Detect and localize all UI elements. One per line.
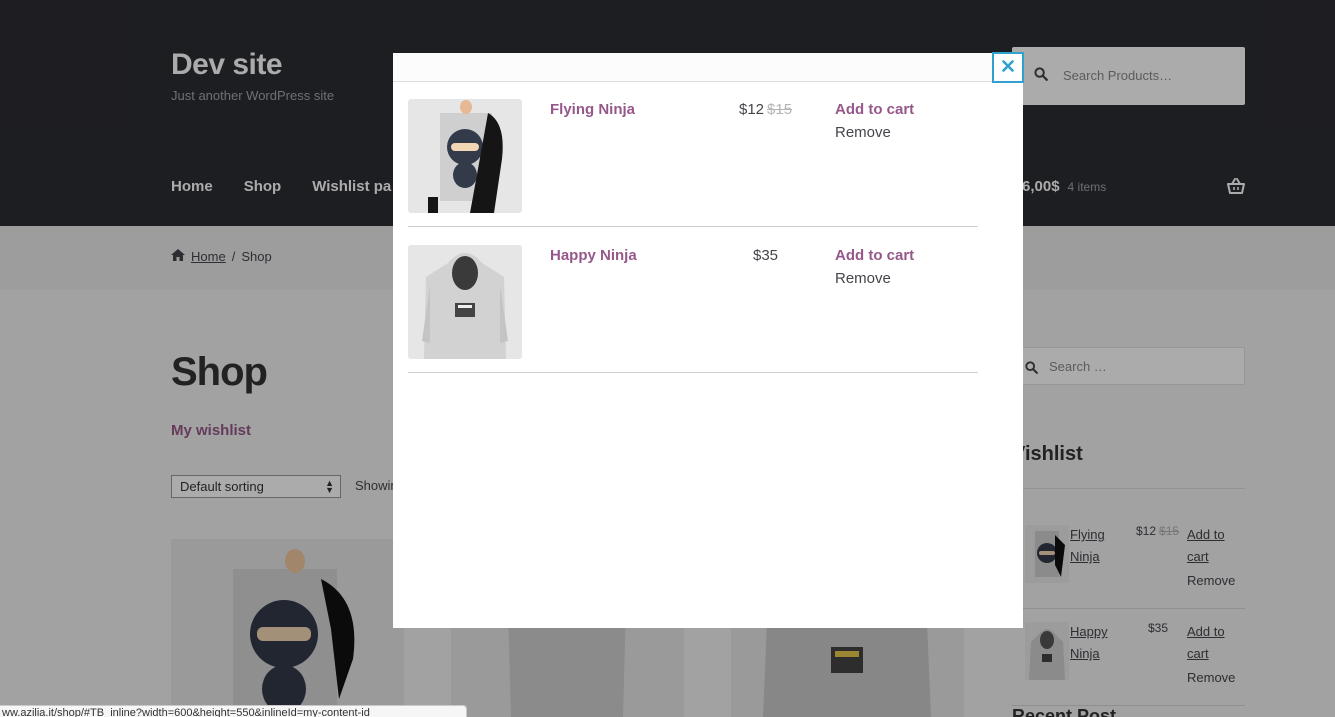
wishlist-item-price: $35 bbox=[753, 247, 778, 264]
wishlist-item-name[interactable]: Happy Ninja bbox=[550, 247, 637, 264]
remove-link[interactable]: Remove bbox=[835, 270, 891, 287]
original-price: $15 bbox=[767, 101, 793, 118]
add-to-cart-link[interactable]: Add to cart bbox=[835, 247, 914, 264]
wishlist-item-row: Flying Ninja $12 $15 Add to cart Remove bbox=[408, 82, 978, 227]
browser-status-bar: ww.azilia.it/shop/#TB_inline?width=600&h… bbox=[0, 705, 467, 717]
wishlist-modal: Flying Ninja $12 $15 Add to cart Remove H… bbox=[393, 52, 1024, 628]
wishlist-item-thumbnail[interactable] bbox=[408, 99, 522, 213]
happy-ninja-image bbox=[422, 253, 508, 359]
wishlist-item-row: Happy Ninja $35 Add to cart Remove bbox=[408, 228, 978, 373]
wishlist-item-name[interactable]: Flying Ninja bbox=[550, 101, 635, 118]
remove-link[interactable]: Remove bbox=[835, 124, 891, 141]
flying-ninja-image bbox=[428, 100, 503, 213]
current-price: $12 bbox=[739, 101, 765, 118]
close-icon bbox=[1002, 59, 1014, 77]
current-price: $35 bbox=[753, 247, 779, 264]
modal-title-bar bbox=[393, 53, 1023, 82]
add-to-cart-link[interactable]: Add to cart bbox=[835, 101, 914, 118]
wishlist-item-thumbnail[interactable] bbox=[408, 245, 522, 359]
close-button[interactable] bbox=[992, 52, 1024, 83]
wishlist-item-price: $12 $15 bbox=[739, 101, 792, 118]
